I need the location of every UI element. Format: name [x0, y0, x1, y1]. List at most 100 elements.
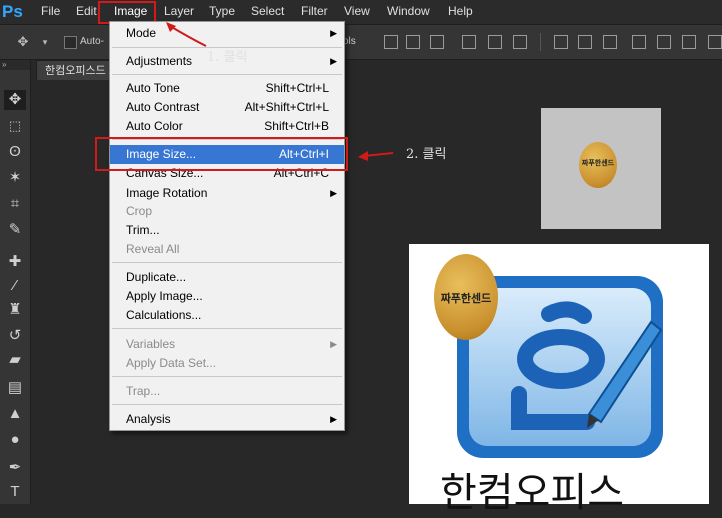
- menu-type[interactable]: Type: [209, 0, 235, 22]
- step2-annotation: 2. 클릭: [406, 147, 447, 162]
- menu-item-shortcut: Shift+Ctrl+L: [265, 81, 329, 95]
- brush-tool-icon[interactable]: ⁄: [4, 276, 26, 296]
- step1-annotation: 1. 클릭: [207, 50, 248, 65]
- menu-item-image-rotation[interactable]: Image Rotation ▶: [110, 184, 344, 203]
- menu-window[interactable]: Window: [387, 0, 430, 22]
- menu-item-label: Adjustments: [126, 54, 193, 68]
- menu-select[interactable]: Select: [251, 0, 284, 22]
- menu-item-label: Calculations...: [126, 308, 202, 322]
- menu-item-label: Auto Contrast: [126, 100, 200, 114]
- options-separator: [540, 33, 541, 51]
- menu-item-variables[interactable]: Variables ▶: [110, 335, 344, 354]
- menu-item-label: Trim...: [126, 223, 160, 237]
- distribute-left-icon[interactable]: [632, 35, 646, 49]
- distribute-vcenter-icon[interactable]: [578, 35, 592, 49]
- distribute-bottom-icon[interactable]: [603, 35, 617, 49]
- pen-tool-icon[interactable]: ✒: [4, 458, 26, 478]
- menu-item-shortcut: Alt+Shift+Ctrl+L: [244, 100, 329, 114]
- submenu-arrow-icon: ▶: [330, 414, 337, 424]
- eraser-tool-icon[interactable]: ▰: [4, 350, 26, 370]
- menu-filter[interactable]: Filter: [301, 0, 328, 22]
- menu-help[interactable]: Help: [448, 0, 473, 22]
- menu-item-analysis[interactable]: Analysis ▶: [110, 410, 344, 429]
- menu-item-label: Duplicate...: [126, 270, 187, 284]
- menu-separator: [112, 262, 342, 263]
- auto-select-label: Auto-: [80, 36, 104, 47]
- image-size-highlight: [95, 137, 348, 171]
- auto-select-checkbox[interactable]: [64, 36, 77, 49]
- menu-item-trim[interactable]: Trim...: [110, 221, 344, 240]
- menu-item-auto-color[interactable]: Auto Color Shift+Ctrl+B: [110, 117, 344, 136]
- distribute-top-icon[interactable]: [554, 35, 568, 49]
- menu-separator: [112, 376, 342, 377]
- align-vcenter-icon[interactable]: [406, 35, 420, 49]
- auto-align-icon[interactable]: [708, 35, 722, 49]
- cookie-text: 짜푸한센드: [440, 293, 492, 305]
- submenu-arrow-icon: ▶: [330, 28, 337, 38]
- menu-layer[interactable]: Layer: [164, 0, 194, 22]
- menu-edit[interactable]: Edit: [76, 0, 97, 22]
- cookie-image: 짜푸한센드: [434, 254, 498, 340]
- menu-item-label: Auto Tone: [126, 81, 180, 95]
- submenu-arrow-icon: ▶: [330, 56, 337, 66]
- menu-item-reveal-all[interactable]: Reveal All: [110, 240, 344, 259]
- menu-item-trap[interactable]: Trap...: [110, 382, 344, 401]
- chevron-down-icon[interactable]: ▾: [38, 35, 52, 49]
- menu-item-label: Variables: [126, 337, 176, 351]
- thumbnail-image: 짜푸한센드: [541, 108, 661, 229]
- lasso-tool-icon[interactable]: ʘ: [4, 142, 26, 162]
- tools-panel: ✥ ⬚ ʘ ✶ ⌗ ✎ ✚ ⁄ ♜ ↺ ▰ ▤ ▲ ● ✒ T: [0, 60, 31, 504]
- menu-item-apply-image[interactable]: Apply Image...: [110, 287, 344, 306]
- submenu-arrow-icon: ▶: [330, 188, 337, 198]
- menu-item-auto-contrast[interactable]: Auto Contrast Alt+Shift+Ctrl+L: [110, 98, 344, 117]
- align-right-icon[interactable]: [513, 35, 527, 49]
- menu-item-auto-tone[interactable]: Auto Tone Shift+Ctrl+L: [110, 79, 344, 98]
- menu-separator: [112, 74, 342, 75]
- magic-wand-tool-icon[interactable]: ✶: [4, 168, 26, 188]
- menu-item-label: Apply Image...: [126, 289, 203, 303]
- menu-view[interactable]: View: [344, 0, 370, 22]
- hancom-office-text: 한컴오피스: [440, 470, 624, 516]
- menu-file[interactable]: File: [41, 0, 60, 22]
- photoshop-logo: Ps: [2, 2, 23, 21]
- menu-item-calculations[interactable]: Calculations...: [110, 306, 344, 325]
- menu-item-shortcut: Shift+Ctrl+B: [264, 119, 329, 133]
- menu-item-label: Analysis: [126, 412, 171, 426]
- healing-brush-tool-icon[interactable]: ✚: [4, 252, 26, 272]
- blur-tool-icon[interactable]: ▲: [4, 404, 26, 424]
- type-tool-icon[interactable]: T: [4, 482, 26, 502]
- menu-item-label: Trap...: [126, 384, 161, 398]
- menu-item-label: Apply Data Set...: [126, 356, 217, 370]
- menu-item-apply-data-set[interactable]: Apply Data Set...: [110, 354, 344, 373]
- crop-tool-icon[interactable]: ⌗: [4, 194, 26, 214]
- menu-separator: [112, 328, 342, 329]
- menu-item-label: Image Rotation: [126, 186, 208, 200]
- menu-item-label: Mode: [126, 26, 157, 40]
- menu-item-duplicate[interactable]: Duplicate...: [110, 268, 344, 287]
- distribute-right-icon[interactable]: [682, 35, 696, 49]
- align-bottom-icon[interactable]: [430, 35, 444, 49]
- submenu-arrow-icon: ▶: [330, 339, 337, 349]
- align-hcenter-icon[interactable]: [488, 35, 502, 49]
- move-tool-icon[interactable]: ✥: [4, 90, 26, 110]
- cookie-text: 짜푸한센드: [581, 160, 615, 167]
- align-top-icon[interactable]: [384, 35, 398, 49]
- menu-separator: [112, 404, 342, 405]
- menu-item-label: Reveal All: [126, 242, 180, 256]
- move-tool-icon[interactable]: ✥: [16, 35, 30, 49]
- dodge-tool-icon[interactable]: ●: [4, 430, 26, 450]
- tools-panel-collapse[interactable]: »: [0, 60, 30, 70]
- align-left-icon[interactable]: [462, 35, 476, 49]
- cookie-image: 짜푸한센드: [579, 142, 617, 188]
- distribute-hcenter-icon[interactable]: [657, 35, 671, 49]
- menu-item-crop[interactable]: Crop: [110, 202, 344, 221]
- menu-item-label: Crop: [126, 204, 153, 218]
- clone-stamp-tool-icon[interactable]: ♜: [4, 300, 26, 320]
- marquee-tool-icon[interactable]: ⬚: [4, 116, 26, 136]
- gradient-tool-icon[interactable]: ▤: [4, 378, 26, 398]
- eyedropper-tool-icon[interactable]: ✎: [4, 220, 26, 240]
- menu-item-mode[interactable]: Mode ▶: [110, 24, 344, 43]
- history-brush-tool-icon[interactable]: ↺: [4, 326, 26, 346]
- menu-item-label: Auto Color: [126, 119, 183, 133]
- image-menu-dropdown: Mode ▶ Adjustments ▶ Auto Tone Shift+Ctr…: [109, 21, 345, 431]
